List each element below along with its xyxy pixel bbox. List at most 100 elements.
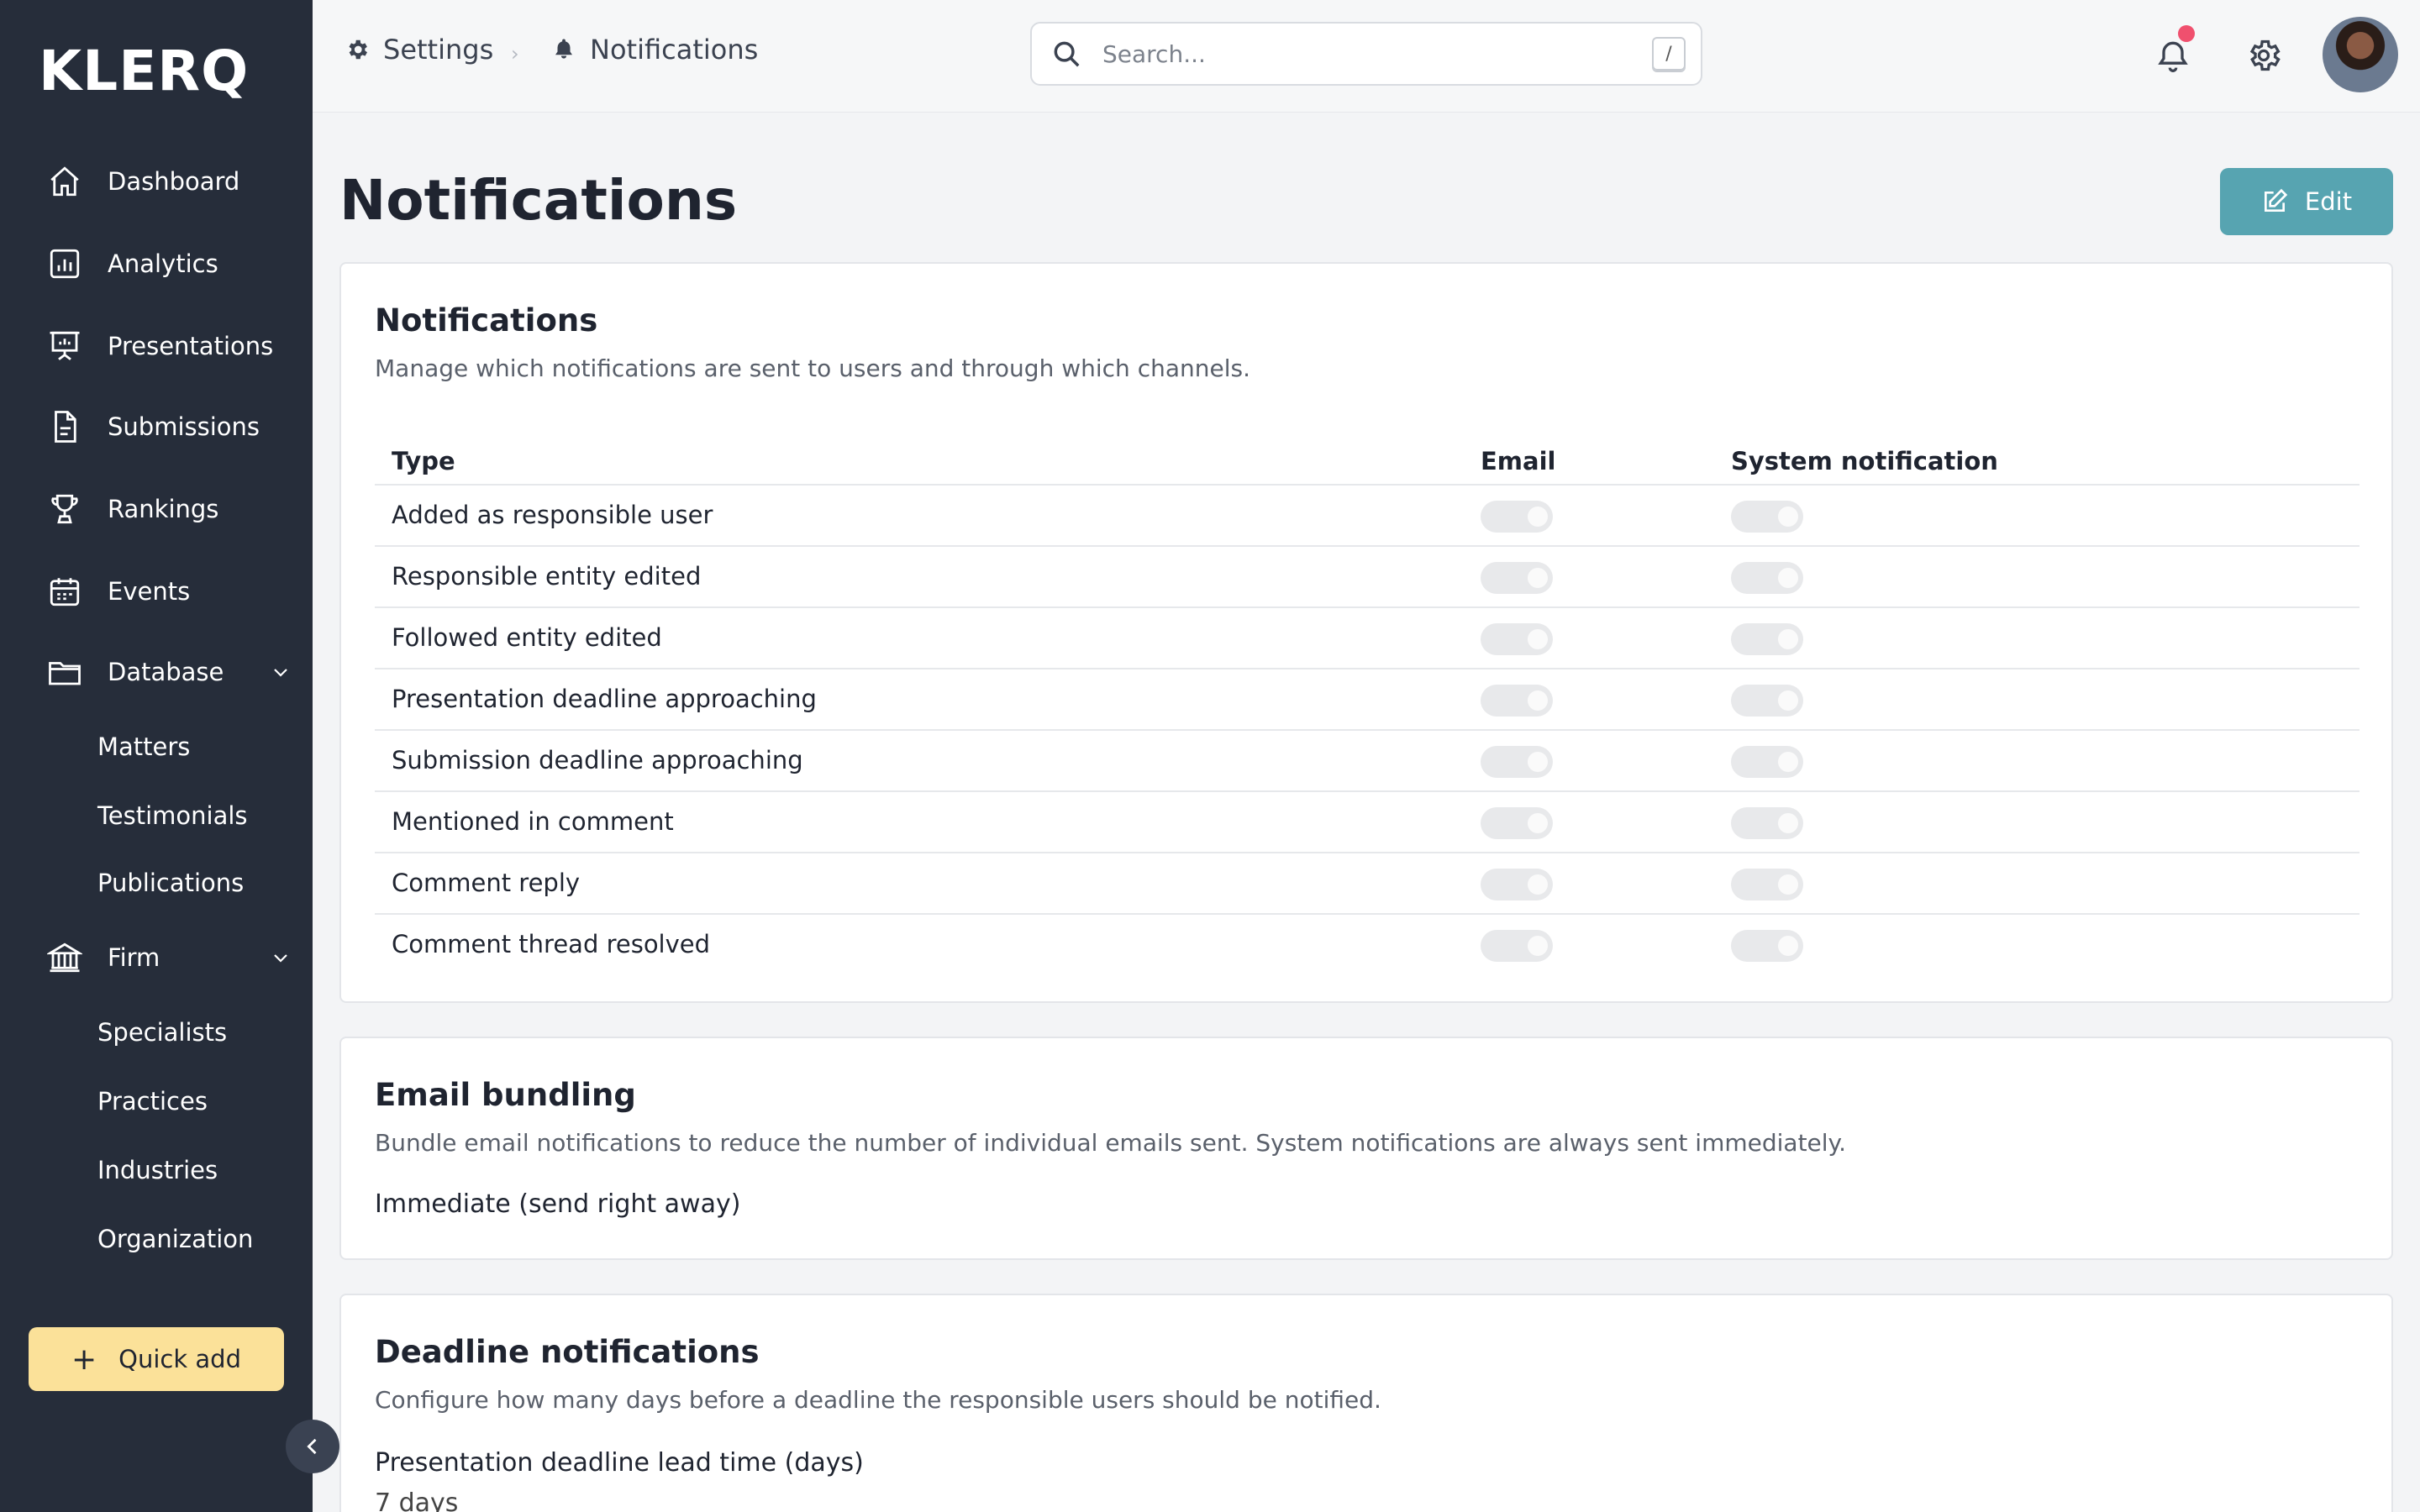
sidebar-subitem-publications[interactable]: Publications bbox=[97, 862, 244, 904]
table-row: Added as responsible user bbox=[375, 484, 2360, 545]
breadcrumb-label: Notifications bbox=[590, 34, 759, 66]
column-header-type: Type bbox=[392, 447, 455, 475]
bank-icon bbox=[47, 940, 82, 975]
chevron-down-icon[interactable] bbox=[271, 948, 291, 968]
email-toggle[interactable] bbox=[1481, 562, 1553, 594]
user-avatar[interactable] bbox=[2323, 17, 2398, 92]
email-toggle[interactable] bbox=[1481, 501, 1553, 533]
sidebar-subitem-specialists[interactable]: Specialists bbox=[97, 1011, 227, 1053]
column-header-system: System notification bbox=[1731, 447, 1998, 475]
notification-type: Added as responsible user bbox=[392, 501, 713, 529]
card-description: Configure how many days before a deadlin… bbox=[375, 1386, 1381, 1414]
breadcrumb-settings[interactable]: Settings bbox=[345, 34, 493, 66]
analytics-icon bbox=[47, 246, 82, 281]
card-description: Bundle email notifications to reduce the… bbox=[375, 1129, 1847, 1157]
presentation-icon bbox=[47, 328, 82, 364]
notification-type: Responsible entity edited bbox=[392, 562, 702, 591]
sidebar-item-submissions[interactable]: Submissions bbox=[47, 402, 291, 452]
bell-icon bbox=[555, 39, 572, 59]
table-row: Comment thread resolved bbox=[375, 913, 2360, 974]
email-toggle[interactable] bbox=[1481, 746, 1553, 778]
quick-add-label: Quick add bbox=[118, 1345, 241, 1373]
email-bundling-value: Immediate (send right away) bbox=[375, 1189, 741, 1219]
lead-time-value: 7 days bbox=[375, 1488, 459, 1512]
card-title: Notifications bbox=[375, 302, 598, 339]
notification-type: Presentation deadline approaching bbox=[392, 685, 817, 713]
sidebar-item-rankings[interactable]: Rankings bbox=[47, 484, 291, 534]
card-title: Email bundling bbox=[375, 1077, 636, 1113]
notification-dot bbox=[2178, 25, 2195, 42]
sidebar-item-label: Database bbox=[108, 658, 224, 686]
notification-type: Mentioned in comment bbox=[392, 807, 674, 836]
sidebar-subitem-organization[interactable]: Organization bbox=[97, 1218, 253, 1260]
chevron-left-icon bbox=[307, 1438, 317, 1455]
notification-type: Followed entity edited bbox=[392, 623, 662, 652]
home-icon bbox=[47, 164, 82, 199]
sidebar-item-database[interactable]: Database bbox=[47, 647, 291, 697]
sidebar-item-dashboard[interactable]: Dashboard bbox=[47, 156, 291, 207]
sidebar: KLERQ Dashboard Analytics Presentations … bbox=[0, 0, 313, 1512]
notifications-button[interactable] bbox=[2154, 25, 2195, 74]
edit-button-label: Edit bbox=[2304, 187, 2353, 216]
notification-type: Submission deadline approaching bbox=[392, 746, 803, 774]
sidebar-subitem-industries[interactable]: Industries bbox=[97, 1149, 218, 1191]
notification-type: Comment thread resolved bbox=[392, 930, 711, 958]
sidebar-item-firm[interactable]: Firm bbox=[47, 932, 291, 983]
gear-icon bbox=[349, 39, 367, 60]
table-row: Responsible entity edited bbox=[375, 545, 2360, 606]
sidebar-subitem-testimonials[interactable]: Testimonials bbox=[97, 795, 248, 837]
trophy-icon bbox=[47, 491, 82, 527]
card-description: Manage which notifications are sent to u… bbox=[375, 354, 1250, 382]
notifications-card: Notifications Manage which notifications… bbox=[339, 262, 2393, 1003]
system-toggle[interactable] bbox=[1731, 623, 1803, 655]
breadcrumb-separator: › bbox=[511, 42, 519, 66]
system-toggle[interactable] bbox=[1731, 746, 1803, 778]
deadline-notifications-card: Deadline notifications Configure how man… bbox=[339, 1294, 2393, 1512]
email-toggle[interactable] bbox=[1481, 869, 1553, 900]
sidebar-item-analytics[interactable]: Analytics bbox=[47, 239, 291, 289]
sidebar-item-label: Submissions bbox=[108, 412, 260, 441]
system-toggle[interactable] bbox=[1731, 869, 1803, 900]
system-toggle[interactable] bbox=[1731, 807, 1803, 839]
field-label: Presentation deadline lead time (days) bbox=[375, 1448, 864, 1478]
search-input[interactable] bbox=[1102, 39, 1652, 68]
sidebar-item-label: Dashboard bbox=[108, 167, 240, 196]
table-row: Presentation deadline approaching bbox=[375, 668, 2360, 729]
email-toggle[interactable] bbox=[1481, 685, 1553, 717]
sidebar-item-presentations[interactable]: Presentations bbox=[47, 321, 291, 371]
folder-icon bbox=[47, 654, 82, 690]
table-row: Followed entity edited bbox=[375, 606, 2360, 668]
chevron-down-icon[interactable] bbox=[271, 662, 291, 682]
system-toggle[interactable] bbox=[1731, 930, 1803, 962]
settings-button[interactable] bbox=[2245, 37, 2282, 74]
sidebar-subitem-practices[interactable]: Practices bbox=[97, 1080, 208, 1122]
calendar-icon bbox=[47, 574, 82, 609]
search-shortcut-badge: / bbox=[1652, 37, 1686, 71]
edit-button[interactable]: Edit bbox=[2220, 168, 2393, 235]
breadcrumb-label: Settings bbox=[383, 34, 494, 66]
column-header-email: Email bbox=[1481, 447, 1556, 475]
system-toggle[interactable] bbox=[1731, 501, 1803, 533]
system-toggle[interactable] bbox=[1731, 685, 1803, 717]
email-toggle[interactable] bbox=[1481, 807, 1553, 839]
email-toggle[interactable] bbox=[1481, 623, 1553, 655]
search-icon bbox=[1054, 41, 1080, 67]
sidebar-subitem-matters[interactable]: Matters bbox=[97, 726, 190, 768]
document-icon bbox=[47, 409, 82, 444]
top-bar: Settings › Notifications / bbox=[313, 0, 2420, 113]
quick-add-button[interactable]: + Quick add bbox=[29, 1327, 284, 1391]
collapse-sidebar-button[interactable] bbox=[286, 1420, 339, 1473]
system-toggle[interactable] bbox=[1731, 562, 1803, 594]
email-bundling-card: Email bundling Bundle email notification… bbox=[339, 1037, 2393, 1260]
bell-icon bbox=[2158, 41, 2188, 72]
plus-icon: + bbox=[71, 1341, 97, 1377]
email-toggle[interactable] bbox=[1481, 930, 1553, 962]
app-logo[interactable]: KLERQ bbox=[39, 39, 249, 103]
sidebar-item-events[interactable]: Events bbox=[47, 566, 291, 617]
sidebar-item-label: Presentations bbox=[108, 332, 274, 360]
gear-icon bbox=[2249, 39, 2281, 71]
sidebar-item-label: Firm bbox=[108, 943, 160, 972]
edit-icon bbox=[2264, 188, 2288, 212]
table-row: Comment reply bbox=[375, 852, 2360, 913]
search-bar: / bbox=[1030, 22, 1702, 86]
